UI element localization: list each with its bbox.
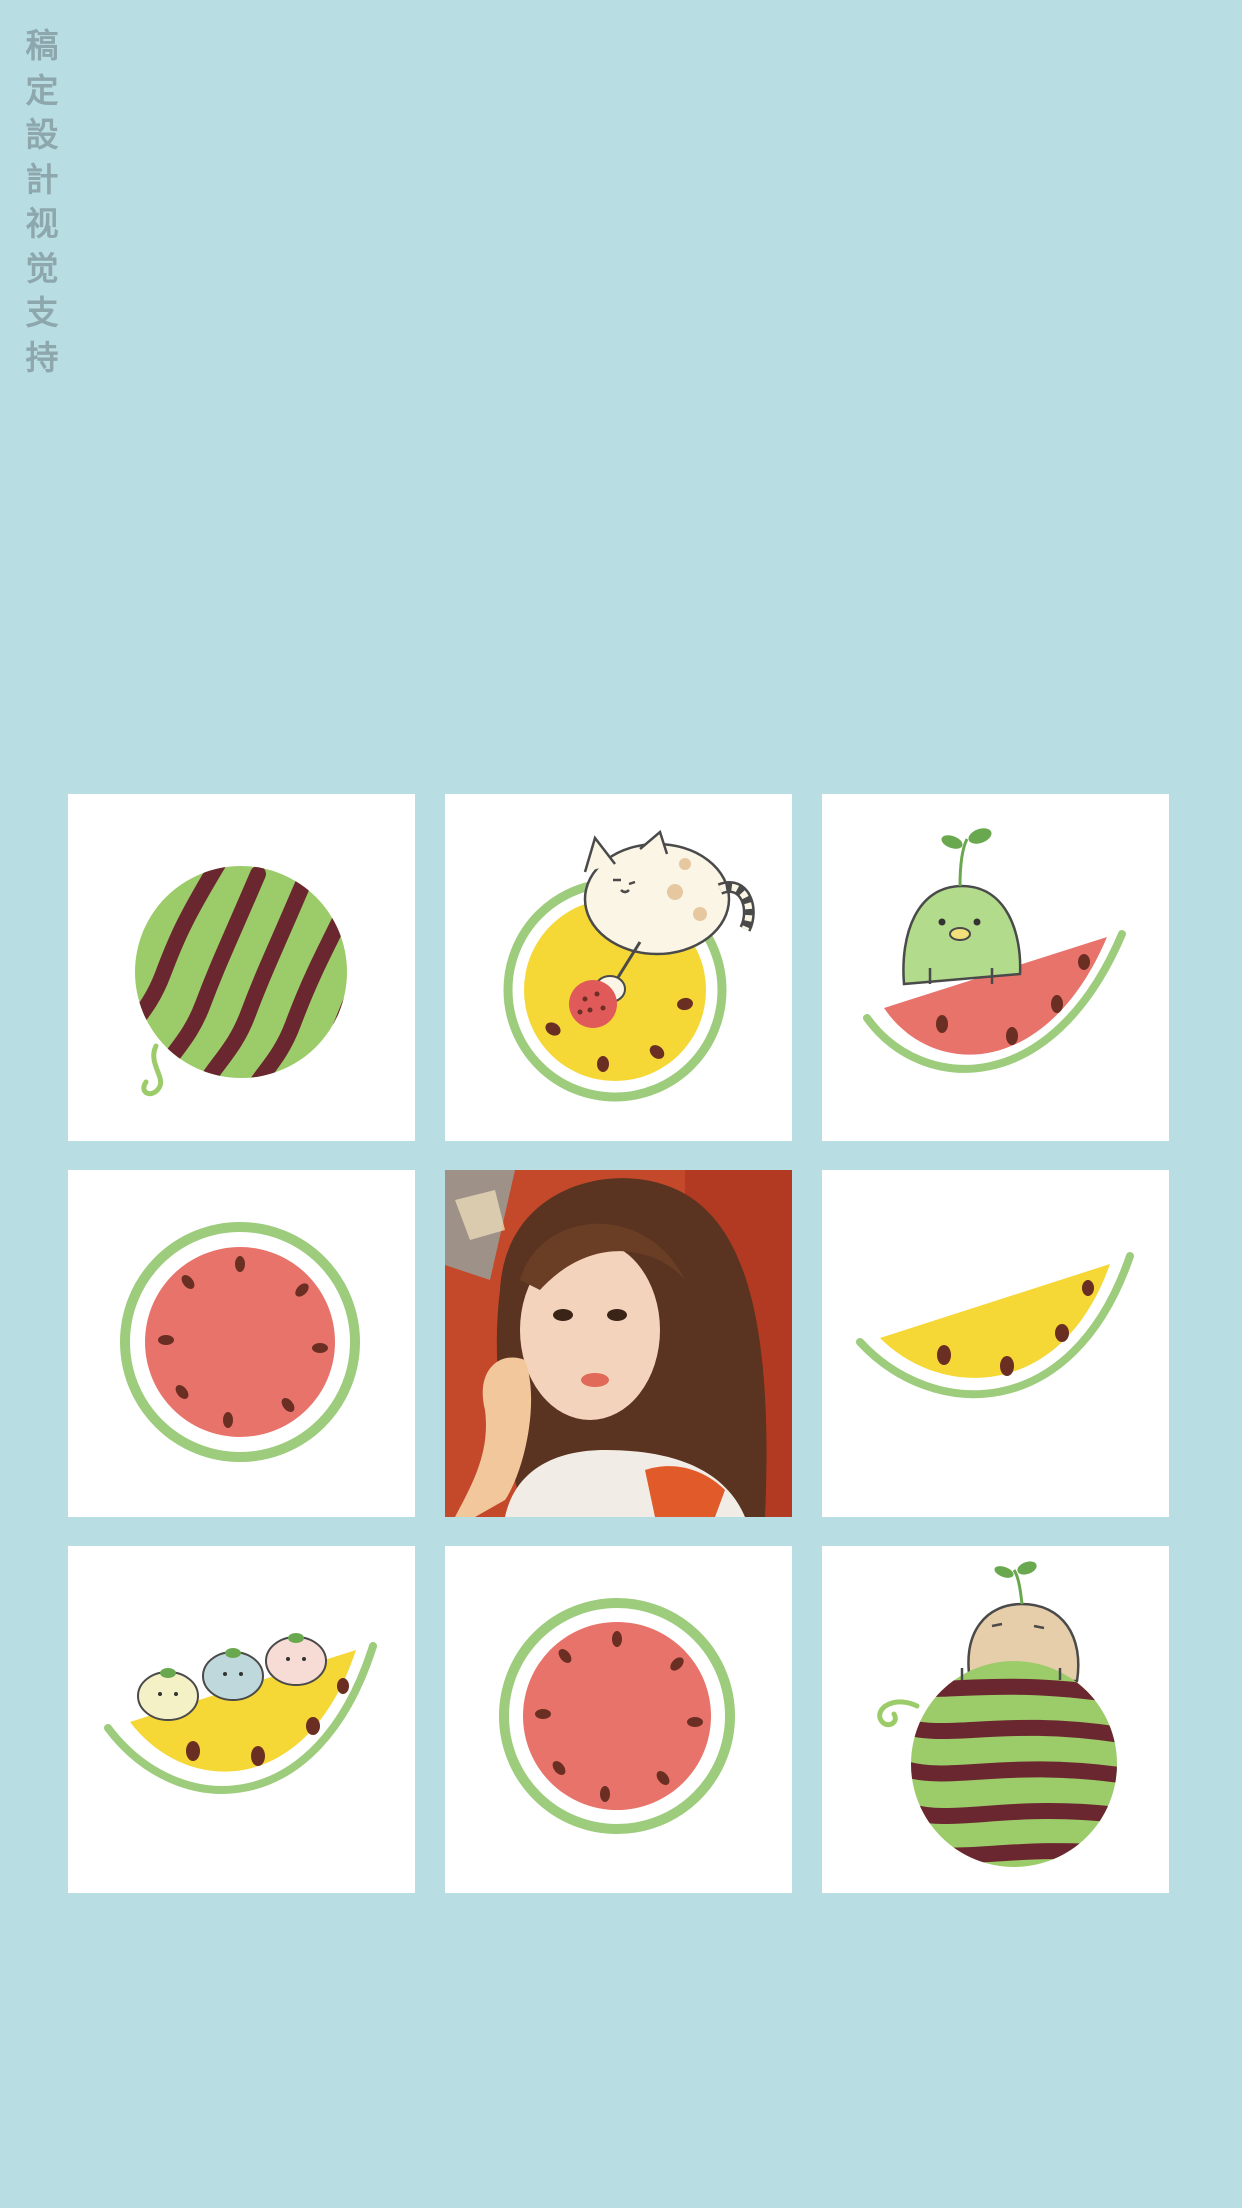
red-round-slice-tile-2[interactable] — [445, 1546, 792, 1893]
red-round-slice-tile[interactable] — [68, 1170, 415, 1517]
cat-on-yellow-watermelon-icon — [503, 829, 755, 1102]
center-photo-tile[interactable] — [445, 1170, 792, 1517]
watermark-char: 稿 — [25, 26, 59, 65]
critters-yellow-wedge-icon — [104, 1633, 377, 1794]
watermark-char: 持 — [25, 337, 59, 377]
watermark-char: 計 — [25, 159, 59, 199]
red-watermelon-round-icon — [120, 1222, 360, 1462]
whole-watermelon-icon — [135, 866, 347, 1097]
watermark-char: 视 — [25, 204, 59, 243]
cat-yellow-watermelon-tile[interactable] — [445, 794, 792, 1141]
creature-on-whole-tile[interactable] — [822, 1546, 1169, 1893]
red-watermelon-round-icon — [499, 1598, 735, 1834]
yellow-wedge-tile[interactable] — [822, 1170, 1169, 1517]
yellow-wedge-critters-tile[interactable] — [68, 1546, 415, 1893]
watermark-char: 支 — [25, 293, 59, 332]
portrait-photo — [445, 1170, 792, 1517]
watermark-vertical-text: 稿 定 設 計 视 觉 支 持 — [20, 24, 64, 380]
watermark-char: 定 — [25, 70, 59, 110]
green-creature-slice-tile[interactable] — [822, 794, 1169, 1141]
yellow-watermelon-wedge-icon — [856, 1252, 1134, 1399]
whole-watermelon-tile[interactable] — [68, 794, 415, 1141]
creature-on-whole-watermelon-icon — [877, 1561, 1117, 1867]
watermark-char: 觉 — [25, 248, 59, 288]
puzzle-grid — [68, 794, 1170, 1894]
green-creature-red-slice-icon — [863, 828, 1126, 1073]
watermark-char: 設 — [25, 115, 59, 154]
